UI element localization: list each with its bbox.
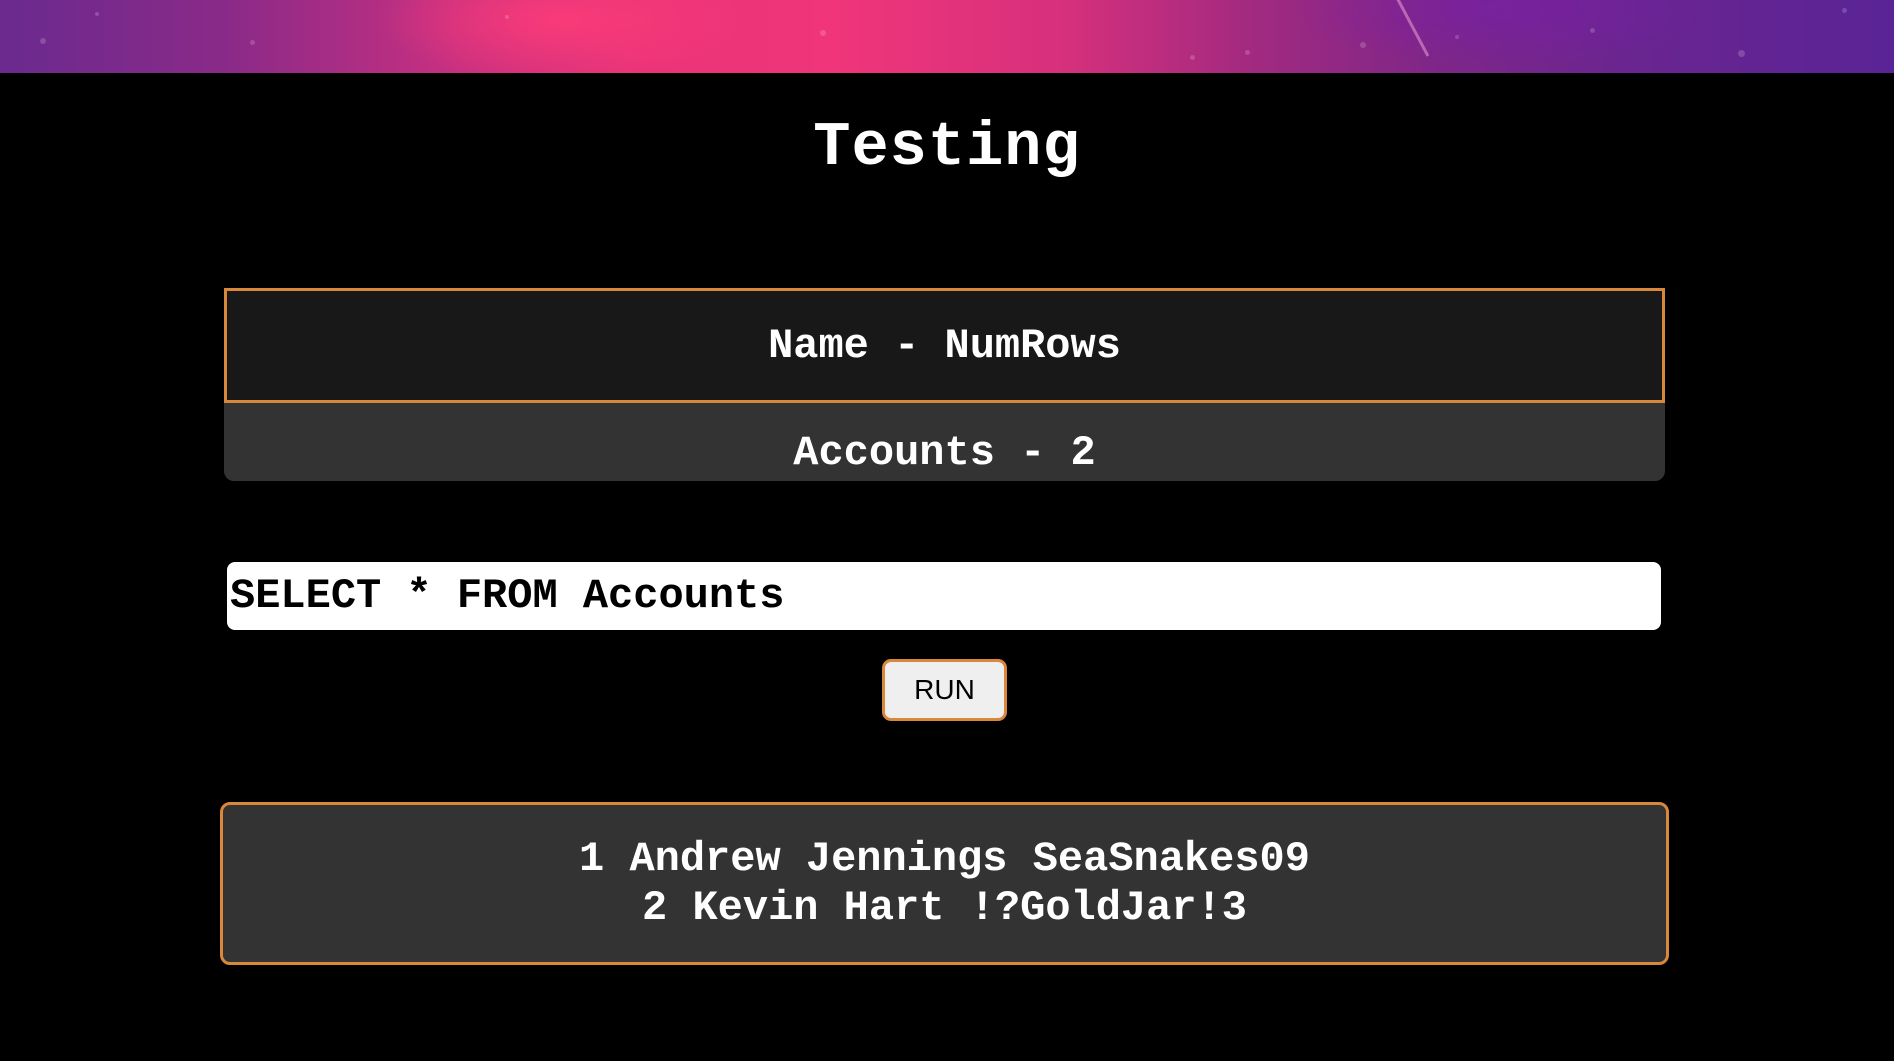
banner-speck [1245,50,1250,55]
banner-speck [1842,8,1847,13]
results-panel: 1 Andrew Jennings SeaSnakes09 2 Kevin Ha… [220,802,1669,965]
banner-speck [1360,42,1366,48]
query-input[interactable] [227,562,1661,630]
tables-summary: Name - NumRows Accounts - 2 [224,288,1665,481]
page-title: Testing [813,112,1081,183]
banner-speck [505,15,509,19]
banner-speck [1738,50,1745,57]
header-banner [0,0,1894,73]
banner-speck [40,38,46,44]
tables-header: Name - NumRows [224,288,1665,403]
banner-streak [1393,0,1430,57]
run-button[interactable]: RUN [882,659,1007,721]
banner-speck [1590,28,1595,33]
banner-speck [820,30,826,36]
banner-speck [1190,55,1195,60]
banner-speck [250,40,255,45]
tables-row[interactable]: Accounts - 2 [224,403,1665,481]
banner-speck [95,12,99,16]
result-row: 1 Andrew Jennings SeaSnakes09 [579,834,1310,883]
result-row: 2 Kevin Hart !?GoldJar!3 [642,883,1247,932]
banner-speck [1455,35,1459,39]
